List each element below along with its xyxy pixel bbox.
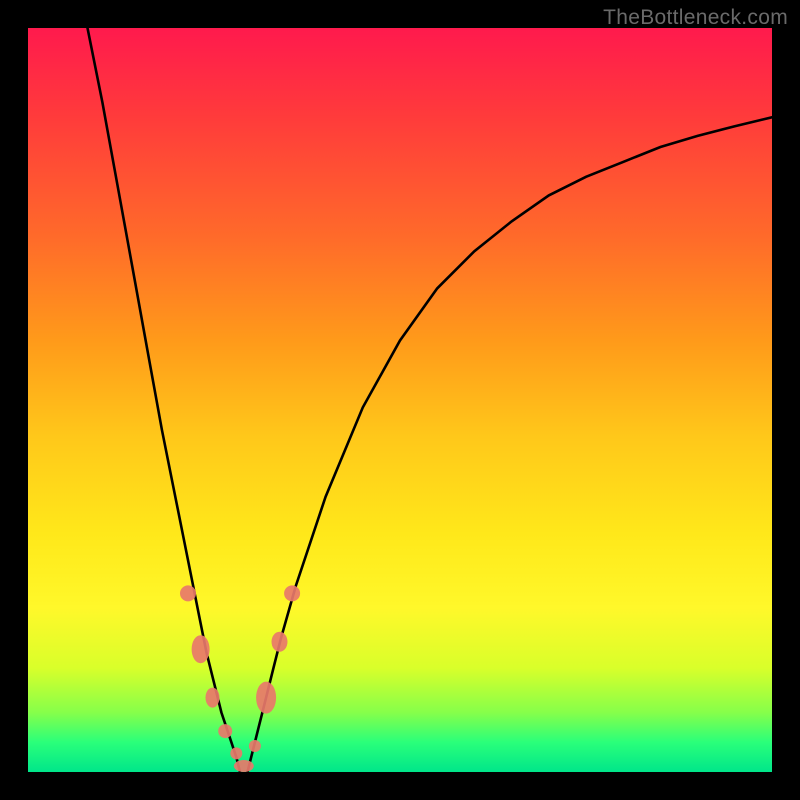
chart-lines xyxy=(88,28,773,772)
chart-series-left-branch xyxy=(88,28,241,772)
chart-series-right-branch xyxy=(248,117,773,772)
chart-marker-0 xyxy=(180,585,196,601)
chart-marker-6 xyxy=(249,740,261,752)
chart-marker-9 xyxy=(284,585,300,601)
chart-marker-3 xyxy=(218,724,232,738)
chart-marker-1 xyxy=(192,635,210,663)
chart-marker-2 xyxy=(206,688,220,708)
chart-svg xyxy=(28,28,772,772)
chart-marker-4 xyxy=(230,747,242,759)
watermark-text: TheBottleneck.com xyxy=(603,6,788,30)
chart-marker-5 xyxy=(234,760,254,772)
chart-plot-area xyxy=(28,28,772,772)
chart-marker-8 xyxy=(272,632,288,652)
chart-marker-7 xyxy=(256,682,276,714)
